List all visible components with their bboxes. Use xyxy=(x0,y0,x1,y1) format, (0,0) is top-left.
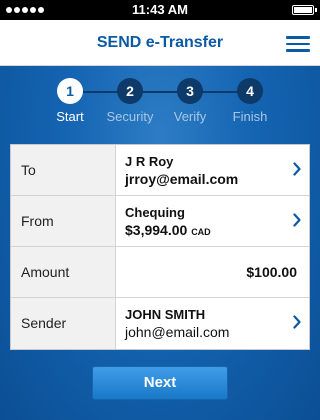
from-row[interactable]: From Chequing $3,994.00 CAD xyxy=(11,196,309,247)
status-bar: 11:43 AM xyxy=(0,0,320,20)
nav-bar: SEND e-Transfer xyxy=(0,20,320,66)
account-balance: $3,994.00 xyxy=(125,222,188,238)
chevron-right-icon xyxy=(293,213,301,227)
step-number: 4 xyxy=(237,78,263,104)
amount-label: Amount xyxy=(11,247,116,297)
to-label: To xyxy=(11,145,116,195)
page-title: SEND e-Transfer xyxy=(96,34,224,51)
account-name: Chequing xyxy=(125,205,185,220)
step-finish: 4 Finish xyxy=(215,78,285,124)
status-time: 11:43 AM xyxy=(132,2,188,17)
step-label: Finish xyxy=(232,109,268,124)
account-details: Chequing $3,994.00 CAD xyxy=(125,205,211,241)
chevron-right-icon xyxy=(293,315,301,329)
sender-row[interactable]: Sender JOHN SMITH john@email.com xyxy=(11,298,309,349)
step-number: 2 xyxy=(117,78,143,104)
sender-label: Sender xyxy=(11,298,116,349)
currency-code: CAD xyxy=(191,227,211,237)
battery-icon xyxy=(292,5,317,15)
hamburger-menu-icon[interactable] xyxy=(286,36,310,52)
main-content: 1 Start 2 Security 3 Verify 4 Finish To … xyxy=(0,66,320,420)
to-row[interactable]: To J R Roy jrroy@email.com xyxy=(11,145,309,196)
recipient-email: jrroy@email.com xyxy=(125,171,239,187)
progress-stepper: 1 Start 2 Security 3 Verify 4 Finish xyxy=(0,78,320,128)
chevron-right-icon xyxy=(293,162,301,176)
step-number: 3 xyxy=(177,78,203,104)
recipient-details: J R Roy jrroy@email.com xyxy=(125,154,238,188)
from-label: From xyxy=(11,196,116,246)
next-button[interactable]: Next xyxy=(92,366,228,400)
transfer-form: To J R Roy jrroy@email.com From Chequing… xyxy=(10,144,310,350)
recipient-name: J R Roy xyxy=(125,154,174,169)
amount-row[interactable]: Amount $100.00 xyxy=(11,247,309,298)
sender-details: JOHN SMITH john@email.com xyxy=(125,307,229,341)
step-number: 1 xyxy=(57,78,83,104)
sender-email: john@email.com xyxy=(125,324,230,340)
sender-name: JOHN SMITH xyxy=(125,307,206,322)
amount-value[interactable]: $100.00 xyxy=(246,247,297,298)
